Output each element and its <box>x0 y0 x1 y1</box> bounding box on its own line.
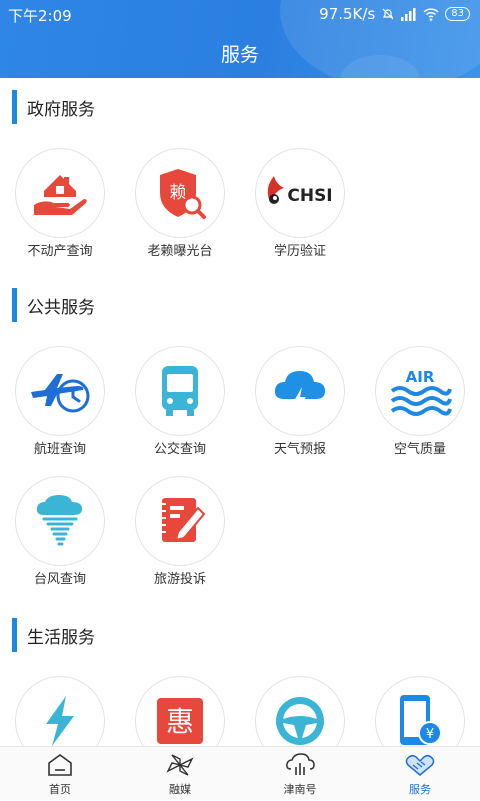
service-label: 学历验证 <box>273 244 326 259</box>
service-defaulter-exposure[interactable]: 赖 老赖曝光台 <box>120 148 240 268</box>
chsi-logo-icon: CHSI <box>267 176 333 206</box>
section-accent-bar <box>12 90 17 124</box>
tab-label: 融媒 <box>169 783 191 796</box>
service-travel-complaint[interactable]: 旅游投诉 <box>120 476 240 596</box>
status-bar: 下午2:09 97.5K/s 83 <box>0 0 480 28</box>
service-label: 公交查询 <box>153 442 206 457</box>
air-waves-icon: AIR <box>390 368 452 416</box>
section-title: 生活服务 <box>27 627 95 648</box>
pinwheel-icon <box>166 754 194 776</box>
svg-text:¥: ¥ <box>426 727 434 742</box>
tab-media[interactable]: 融媒 <box>120 747 240 801</box>
discount-icon: 惠 <box>157 698 203 744</box>
handshake-icon <box>405 754 435 776</box>
service-discount[interactable]: 惠 <box>120 676 240 746</box>
section-header-life: 生活服务 <box>12 618 95 652</box>
mute-bell-icon <box>382 8 394 20</box>
service-label: 旅游投诉 <box>153 572 206 587</box>
tab-home[interactable]: 首页 <box>0 747 120 801</box>
notebook-pen-icon <box>159 498 206 542</box>
airplane-clock-icon <box>31 374 90 413</box>
service-label: 航班查询 <box>33 442 86 457</box>
status-time: 下午2:09 <box>8 7 72 25</box>
tab-label: 津南号 <box>283 783 317 796</box>
service-education-verify[interactable]: CHSI 学历验证 <box>240 148 360 268</box>
bus-icon <box>162 366 198 416</box>
service-flight-query[interactable]: 航班查询 <box>0 346 120 466</box>
shield-search-icon: 赖 <box>160 169 206 219</box>
service-label: 台风查询 <box>33 572 86 587</box>
service-electricity[interactable] <box>0 676 120 746</box>
cloud-building-icon <box>286 753 315 775</box>
service-label: 空气质量 <box>393 442 446 457</box>
section-accent-bar <box>12 288 17 322</box>
service-real-estate[interactable]: 不动产查询 <box>0 148 120 268</box>
section-header-government: 政府服务 <box>12 90 95 124</box>
bottom-tab-bar: 首页 融媒 津南号 服务 <box>0 746 480 800</box>
service-label: 天气预报 <box>273 442 326 457</box>
svg-text:CHSI: CHSI <box>287 186 332 206</box>
tab-label: 首页 <box>49 783 71 796</box>
signal-icon <box>401 7 416 21</box>
network-speed: 97.5K/s <box>319 5 376 23</box>
section-accent-bar <box>12 618 17 652</box>
service-label: 老赖曝光台 <box>147 244 213 259</box>
svg-text:AIR: AIR <box>406 368 435 386</box>
tab-services[interactable]: 服务 <box>360 747 480 801</box>
service-bus-query[interactable]: 公交查询 <box>120 346 240 466</box>
phone-payment-icon: ¥ <box>400 695 442 745</box>
section-title: 公共服务 <box>27 297 95 318</box>
lightning-icon <box>46 696 74 746</box>
service-air-quality[interactable]: AIR 空气质量 <box>360 346 480 466</box>
battery-badge: 83 <box>445 7 470 21</box>
service-weather[interactable]: 天气预报 <box>240 346 360 466</box>
app-header: 下午2:09 97.5K/s 83 服务 <box>0 0 480 78</box>
svg-text:惠: 惠 <box>166 705 194 738</box>
service-typhoon-query[interactable]: 台风查询 <box>0 476 120 596</box>
page-title: 服务 <box>220 44 259 66</box>
service-label: 不动产查询 <box>27 244 93 259</box>
house-hand-icon <box>34 175 87 215</box>
wifi-icon <box>423 7 439 21</box>
section-header-public: 公共服务 <box>12 288 95 322</box>
cloud-lightning-icon <box>274 371 325 413</box>
steering-wheel-icon <box>276 697 324 745</box>
tab-label: 服务 <box>409 783 431 796</box>
home-icon <box>48 754 72 776</box>
service-phone-payment[interactable]: ¥ <box>360 676 480 746</box>
services-list[interactable]: 政府服务 不动产查询 赖 老赖曝光台 CHSI 学历验证 公共服务 航班查询 公… <box>0 78 480 746</box>
section-title: 政府服务 <box>27 99 95 120</box>
service-driving[interactable] <box>240 676 360 746</box>
tab-jinnan[interactable]: 津南号 <box>240 747 360 801</box>
typhoon-icon <box>36 495 82 546</box>
